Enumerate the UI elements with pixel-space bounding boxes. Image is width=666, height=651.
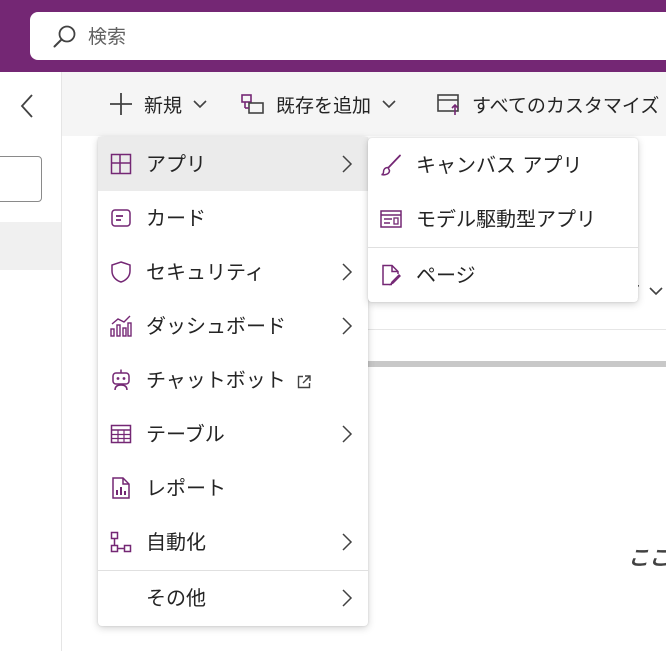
new-menu: アプリ カード セキュリティ ダッシュボード チャットボット テーブル レポート… [98,137,368,626]
menu-item-label: テーブル [146,422,225,446]
new-button[interactable]: 新規 [108,72,208,136]
chevron-down-icon [649,286,663,295]
collapse-button[interactable] [14,92,42,120]
flow-icon [110,531,132,553]
shield-icon [111,261,131,283]
menu-item-card[interactable]: カード [98,191,368,245]
menu-item-label: その他 [146,586,206,610]
chevron-right-icon [342,425,353,443]
plus-icon [110,93,132,115]
menu-item-label: チャットボット [146,353,312,407]
chevron-right-icon [342,317,353,335]
dashboard-icon [110,315,132,337]
header-divider [362,329,666,330]
submenu-item-model-driven-app[interactable]: モデル駆動型アプリ [368,192,638,246]
app-submenu: キャンバス アプリ モデル駆動型アプリ ページ [368,138,638,302]
left-pane [0,72,62,651]
empty-state-text: ここ [628,546,666,570]
menu-item-dashboard[interactable]: ダッシュボード [98,299,368,353]
menu-item-table[interactable]: テーブル [98,407,368,461]
submenu-item-label: ページ [416,263,476,287]
submenu-item-label: キャンバス アプリ [416,153,583,177]
menu-item-label: 自動化 [146,530,206,554]
chevron-down-icon [382,100,396,109]
chevron-right-icon [342,155,353,173]
left-nav-selected-item[interactable] [0,222,61,270]
add-existing-button[interactable]: 既存を追加 [240,72,397,136]
command-bar: 新規 既存を追加 すべてのカスタマイズ [62,72,666,136]
customize-button[interactable]: すべてのカスタマイズ [436,72,659,136]
menu-item-label: ダッシュボード [146,314,286,338]
new-button-label: 新規 [144,94,183,117]
add-existing-icon [241,94,264,114]
submenu-item-label: モデル駆動型アプリ [416,207,596,231]
external-link-icon [297,374,311,388]
card-icon [111,209,131,227]
search-icon [53,25,76,48]
menu-item-label: セキュリティ [146,260,265,284]
menu-item-security[interactable]: セキュリティ [98,245,368,299]
menu-item-other[interactable]: その他 [98,571,368,625]
customize-icon [437,94,459,115]
top-bar [0,0,666,72]
table-icon [110,424,132,444]
app-icon [110,153,132,175]
table-separator [362,361,666,367]
left-search-field[interactable] [0,156,42,202]
submenu-item-page[interactable]: ページ [368,248,638,302]
bot-icon [112,369,130,391]
menu-item-label: カード [146,206,206,230]
menu-item-report[interactable]: レポート [98,461,368,515]
search-input[interactable] [86,12,650,62]
brush-icon [381,154,401,176]
submenu-item-canvas-app[interactable]: キャンバス アプリ [368,138,638,192]
chevron-right-icon [342,533,353,551]
add-existing-label: 既存を追加 [276,94,372,117]
customize-label: すべてのカスタマイズ [472,94,660,117]
model-app-icon [380,210,402,228]
chevron-right-icon [342,589,353,607]
menu-item-app[interactable]: アプリ [98,137,368,191]
search-box[interactable] [30,12,666,62]
chevron-down-icon [193,100,207,109]
menu-item-label-text: チャットボット [146,368,286,392]
menu-item-label: レポート [146,476,226,500]
menu-item-label: アプリ [146,152,206,176]
menu-item-chatbot[interactable]: チャットボット [98,353,368,407]
report-icon [112,477,130,499]
chevron-left-icon [20,94,33,118]
menu-item-automation[interactable]: 自動化 [98,515,368,569]
chevron-right-icon [342,263,353,281]
page-edit-icon [382,264,401,286]
